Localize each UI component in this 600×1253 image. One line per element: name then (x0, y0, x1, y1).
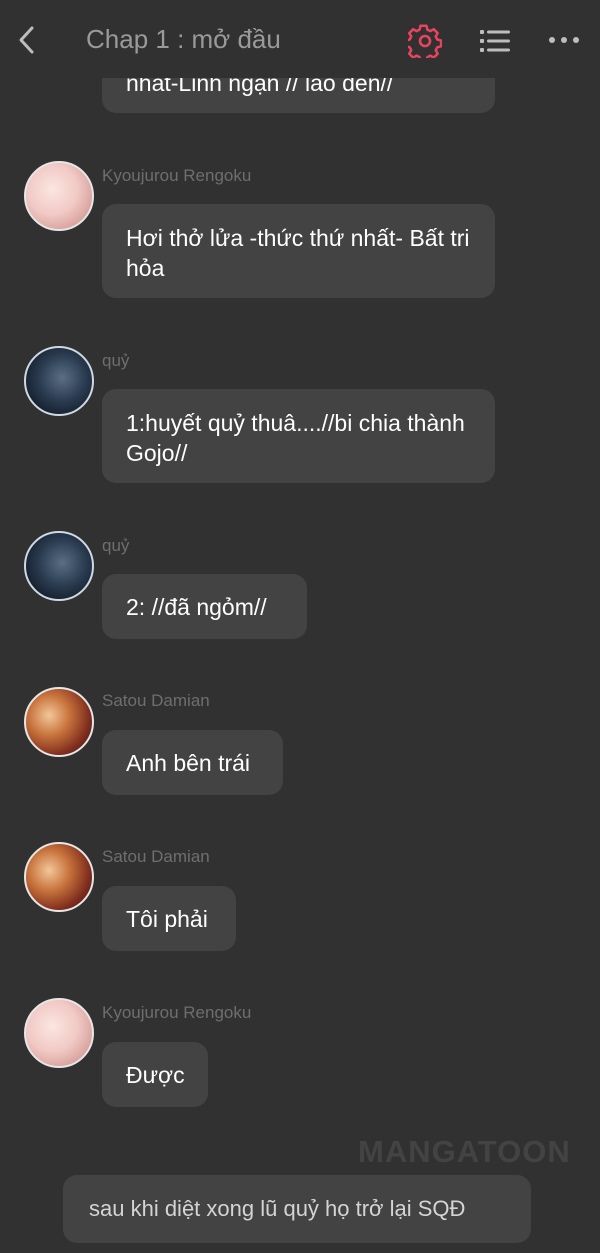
avatar[interactable] (24, 161, 94, 231)
top-bar: Chap 1 : mở đầu (0, 0, 600, 78)
sender-name: Satou Damian (102, 847, 210, 866)
avatar[interactable] (24, 346, 94, 416)
avatar[interactable] (24, 998, 94, 1068)
narration-text: sau khi diệt xong lũ quỷ họ trở lại SQĐ (89, 1196, 466, 1221)
watermark: MANGATOON (358, 1134, 571, 1169)
message-bubble: 2: //đã ngỏm// (102, 574, 307, 639)
sender-name: Kyoujurou Rengoku (102, 166, 252, 185)
avatar[interactable] (24, 531, 94, 601)
list-icon (480, 30, 510, 52)
settings-button[interactable] (404, 24, 443, 63)
more-horizontal-icon (549, 37, 579, 43)
sender-name: Kyoujurou Rengoku (102, 1003, 252, 1022)
chevron-left-icon (19, 26, 34, 54)
sender-name: quỷ (102, 351, 130, 370)
message-text: Được (126, 1062, 185, 1088)
message-text: Anh bên trái (126, 750, 251, 776)
message-text: Tôi phải (126, 906, 208, 932)
sender-name: quỷ (102, 536, 130, 555)
message-bubble: Hơi thở lửa -thức thứ nhất- Bất tri hỏa (102, 204, 495, 298)
message-bubble: Được (102, 1042, 208, 1107)
chapter-title: Chap 1 : mở đầu (86, 24, 281, 54)
chat-story-screen: nhất-Linh ngạn // lao đến// Kyoujurou Re… (0, 0, 600, 1253)
message-text: 2: //đã ngỏm// (126, 594, 267, 620)
message-text: 1:huyết quỷ thuâ....//bi chia thành Gojo… (126, 410, 465, 466)
sender-name: Satou Damian (102, 691, 210, 710)
message-bubble: 1:huyết quỷ thuâ....//bi chia thành Gojo… (102, 389, 495, 483)
avatar[interactable] (24, 687, 94, 757)
message-bubble: Tôi phải (102, 886, 236, 951)
message-bubble: Anh bên trái (102, 730, 283, 795)
narration-bubble: sau khi diệt xong lũ quỷ họ trở lại SQĐ (63, 1175, 531, 1243)
avatar[interactable] (24, 842, 94, 912)
gear-icon (404, 24, 443, 63)
message-text: Hơi thở lửa -thức thứ nhất- Bất tri hỏa (126, 225, 470, 281)
back-button[interactable] (12, 22, 42, 58)
chapter-list-button[interactable] (479, 26, 511, 56)
more-options-button[interactable] (548, 30, 580, 50)
